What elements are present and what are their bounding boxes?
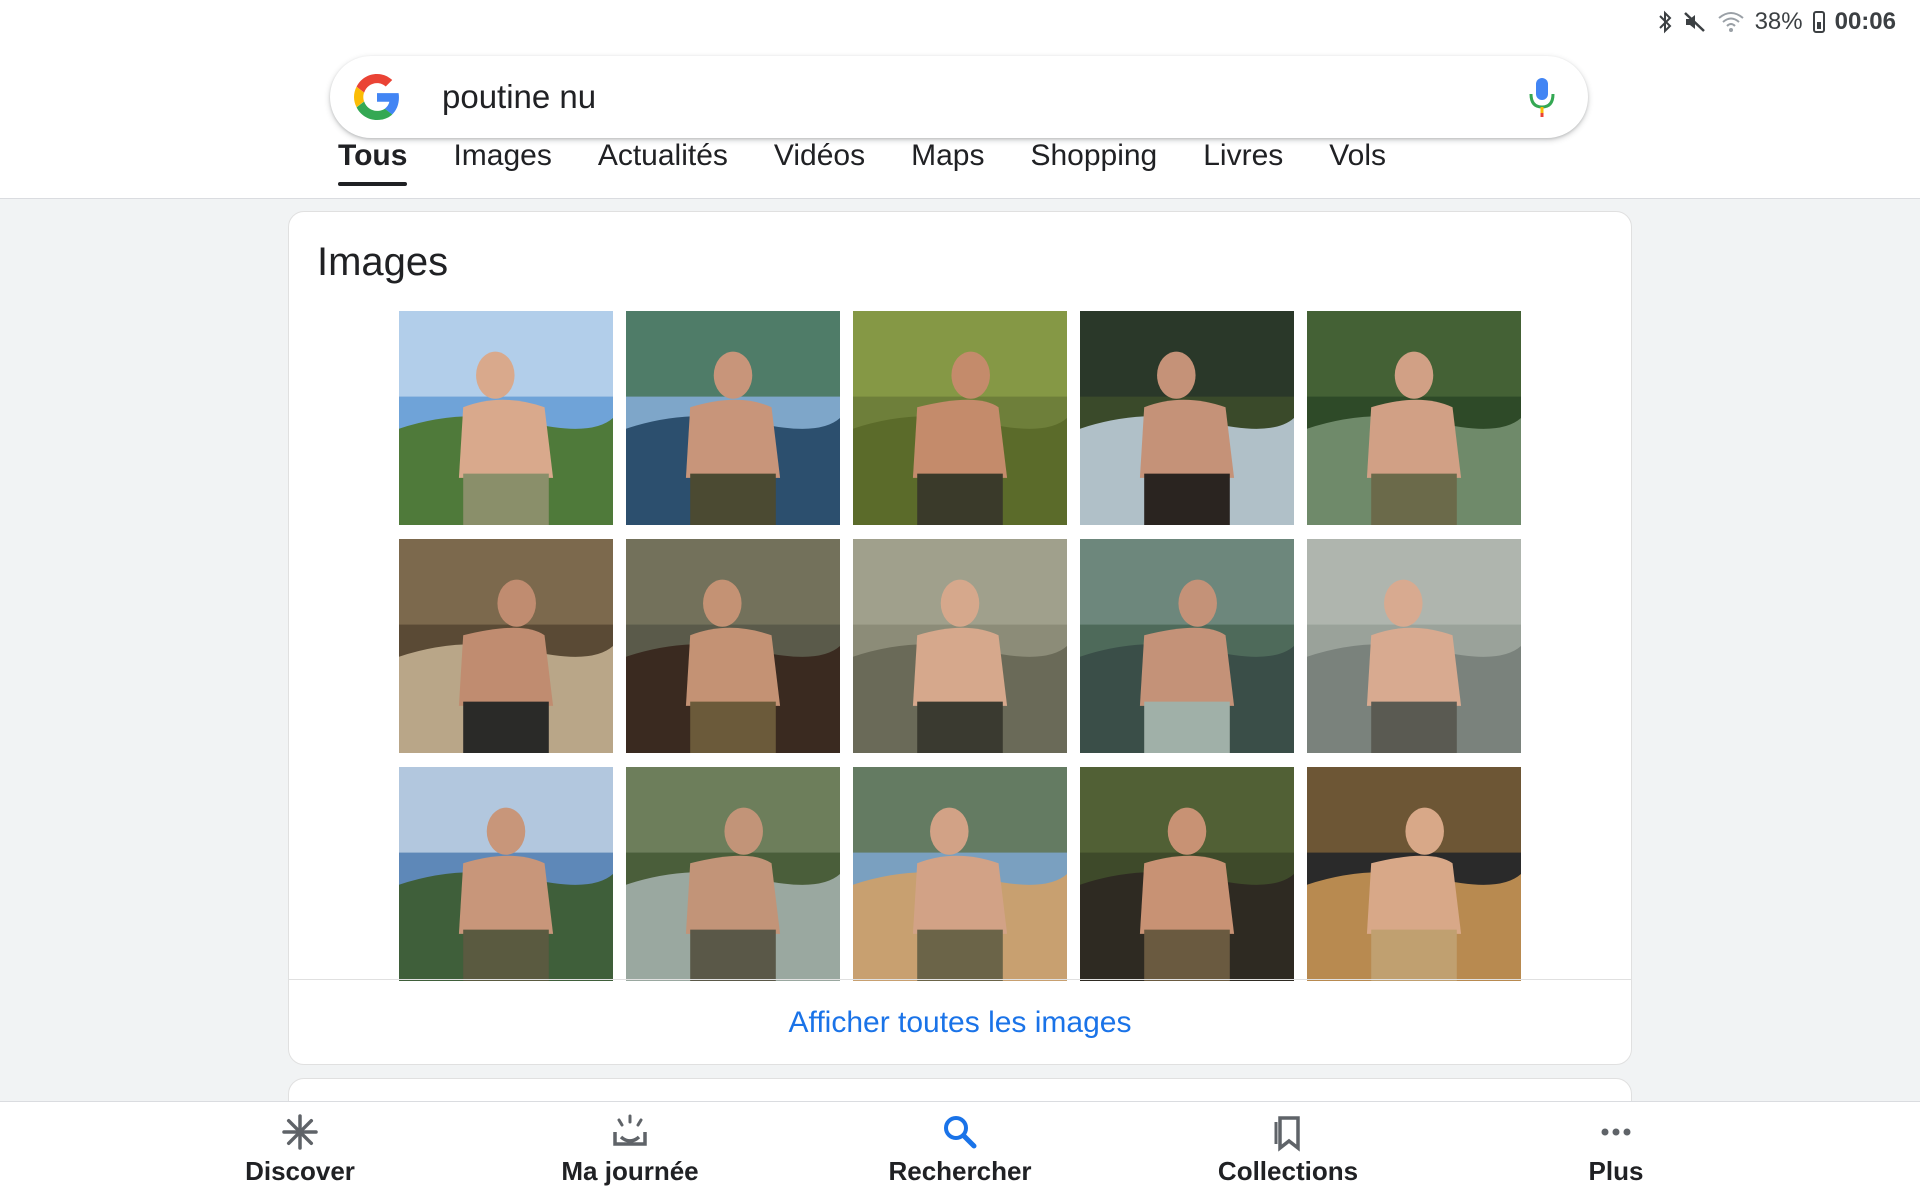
status-bar: 38% 00:06 bbox=[0, 0, 1920, 44]
images-card-title: Images bbox=[317, 240, 449, 284]
tab-vols[interactable]: Vols bbox=[1306, 136, 1409, 194]
nav-collections[interactable]: Collections bbox=[1168, 1112, 1408, 1187]
image-thumbnail[interactable] bbox=[626, 311, 840, 525]
image-thumbnail[interactable] bbox=[853, 767, 1067, 981]
images-card: Images Afficher toutes les images bbox=[288, 211, 1632, 1065]
image-thumbnail[interactable] bbox=[1080, 767, 1294, 981]
image-thumbnail[interactable] bbox=[399, 767, 613, 981]
battery-icon bbox=[1812, 11, 1825, 33]
nav-discover[interactable]: Discover bbox=[180, 1112, 420, 1187]
microphone-icon[interactable] bbox=[1528, 76, 1556, 118]
wifi-icon bbox=[1717, 10, 1745, 34]
search-input[interactable]: poutine nu bbox=[442, 56, 596, 138]
nav-rechercher[interactable]: Rechercher bbox=[840, 1112, 1080, 1187]
bluetooth-icon bbox=[1657, 10, 1673, 34]
search-icon bbox=[944, 1116, 977, 1149]
more-icon bbox=[1601, 1128, 1631, 1136]
tab-actualites[interactable]: Actualités bbox=[575, 136, 751, 194]
nav-label-rechercher: Rechercher bbox=[888, 1156, 1032, 1186]
asterisk-icon bbox=[282, 1114, 318, 1150]
sunrise-icon bbox=[613, 1114, 647, 1146]
search-header: poutine nu Tous Images Actualités Vidéos… bbox=[0, 44, 1920, 199]
image-thumbnail[interactable] bbox=[1307, 539, 1521, 753]
nav-label-ma-journee: Ma journée bbox=[561, 1156, 699, 1186]
tab-shopping[interactable]: Shopping bbox=[1007, 136, 1180, 194]
nav-label-discover: Discover bbox=[245, 1156, 355, 1186]
tab-maps[interactable]: Maps bbox=[888, 136, 1007, 194]
image-thumbnail[interactable] bbox=[626, 767, 840, 981]
tab-images[interactable]: Images bbox=[430, 136, 574, 194]
bottom-navigation: Discover Ma journée Rechercher Collectio… bbox=[0, 1101, 1920, 1200]
image-thumbnail[interactable] bbox=[626, 539, 840, 753]
bookmark-icon bbox=[1274, 1116, 1300, 1152]
clock: 00:06 bbox=[1834, 8, 1896, 35]
image-thumbnail[interactable] bbox=[853, 311, 1067, 525]
nav-label-collections: Collections bbox=[1217, 1156, 1359, 1186]
nav-plus[interactable]: Plus bbox=[1496, 1112, 1736, 1187]
search-bar[interactable]: poutine nu bbox=[330, 56, 1588, 138]
image-thumbnail[interactable] bbox=[399, 539, 613, 753]
tab-tous[interactable]: Tous bbox=[338, 136, 430, 194]
image-thumbnail[interactable] bbox=[399, 311, 613, 525]
tab-livres[interactable]: Livres bbox=[1180, 136, 1306, 194]
nav-ma-journee[interactable]: Ma journée bbox=[510, 1112, 750, 1187]
show-all-images-link[interactable]: Afficher toutes les images bbox=[289, 980, 1631, 1064]
image-grid bbox=[399, 311, 1521, 981]
image-thumbnail[interactable] bbox=[1080, 539, 1294, 753]
search-tabs: Tous Images Actualités Vidéos Maps Shopp… bbox=[338, 136, 1409, 194]
nav-label-plus: Plus bbox=[1588, 1156, 1644, 1186]
image-thumbnail[interactable] bbox=[1307, 767, 1521, 981]
image-thumbnail[interactable] bbox=[853, 539, 1067, 753]
image-thumbnail[interactable] bbox=[1080, 311, 1294, 525]
tab-videos[interactable]: Vidéos bbox=[751, 136, 888, 194]
mute-icon bbox=[1683, 10, 1707, 34]
google-g-icon[interactable] bbox=[354, 74, 400, 120]
battery-percent: 38% bbox=[1754, 8, 1803, 35]
image-thumbnail[interactable] bbox=[1307, 311, 1521, 525]
